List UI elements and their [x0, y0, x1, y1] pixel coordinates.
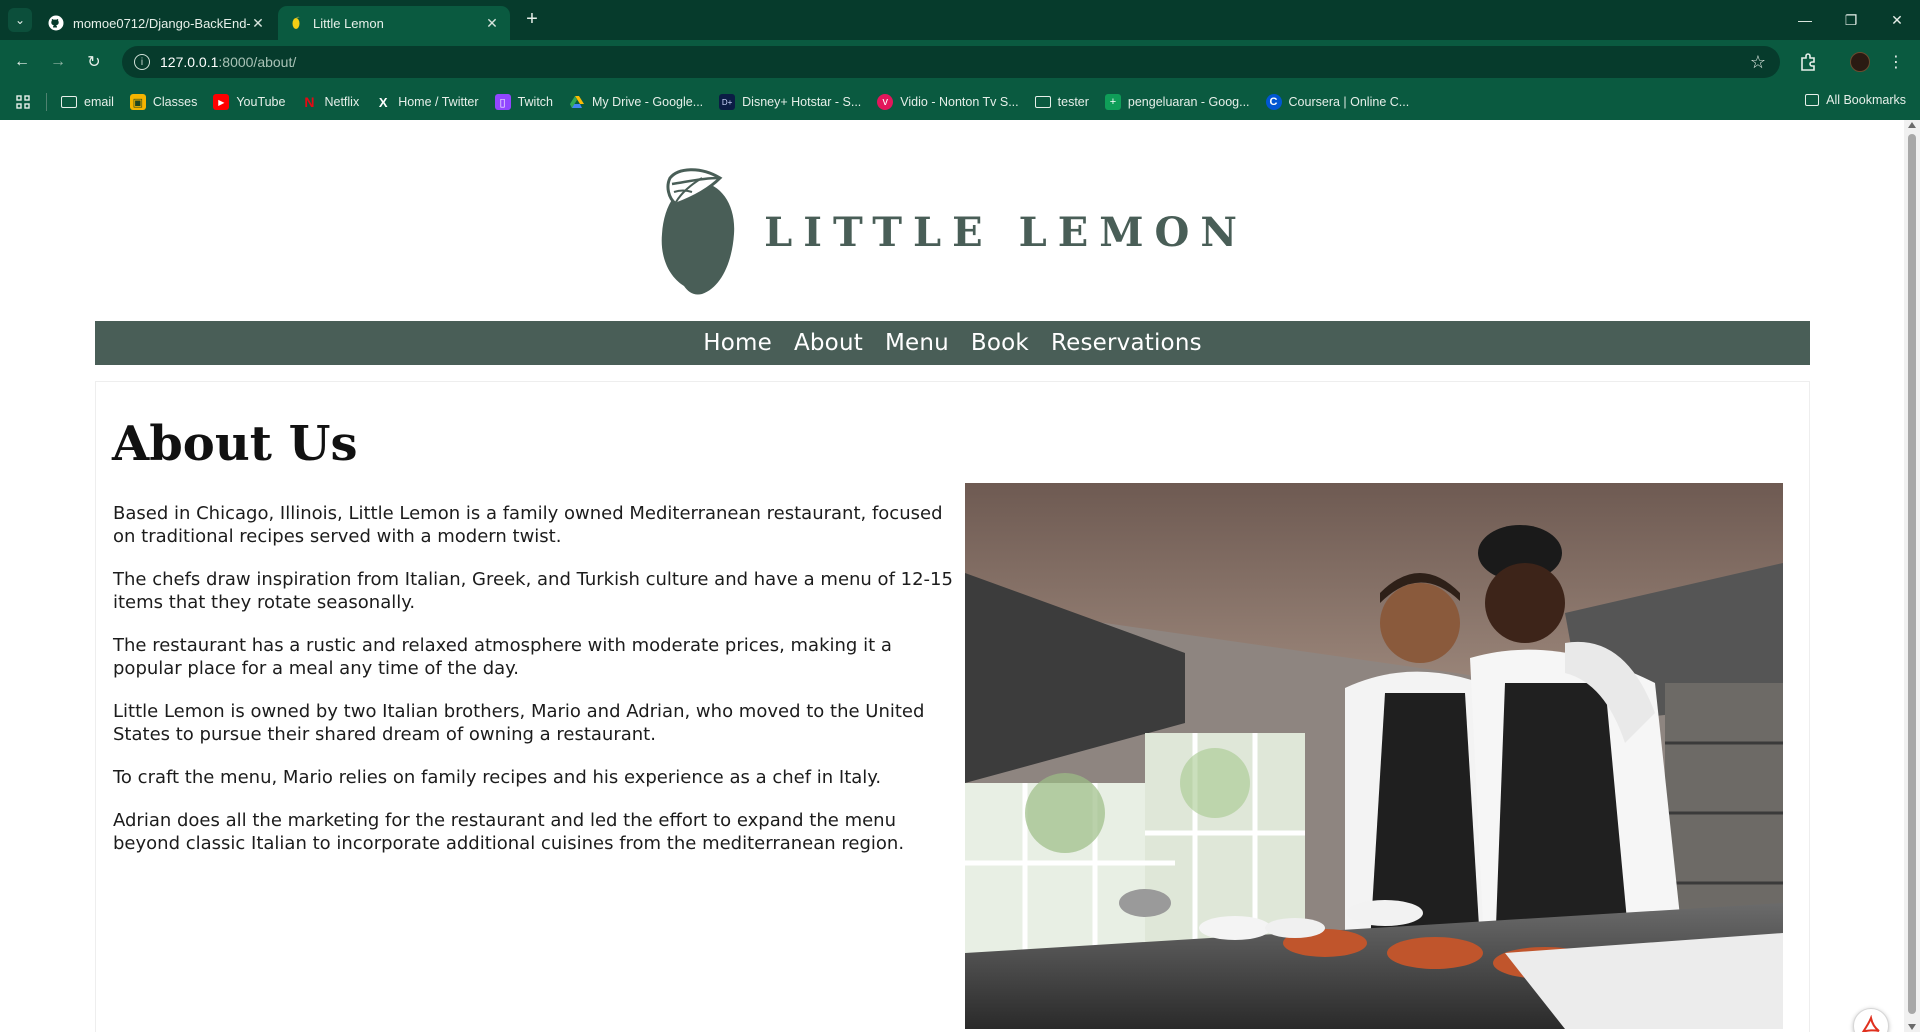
apps-icon[interactable] — [16, 95, 30, 109]
close-icon[interactable]: ✕ — [484, 15, 500, 32]
google-drive-icon — [569, 94, 585, 110]
page-scrollbar[interactable] — [1904, 120, 1920, 1032]
about-paragraph: The chefs draw inspiration from Italian,… — [113, 569, 953, 613]
close-icon[interactable]: ✕ — [250, 15, 266, 32]
forward-icon[interactable]: → — [46, 50, 70, 74]
more-menu-icon[interactable]: ⋮ — [1884, 50, 1908, 74]
address-bar[interactable]: i 127.0.0.1:8000/about/ ☆ — [122, 46, 1780, 78]
sheets-icon: + — [1104, 94, 1121, 110]
bookmark-coursera[interactable]: C Coursera | Online C... — [1265, 94, 1409, 110]
tab-little-lemon[interactable]: Little Lemon ✕ — [278, 6, 510, 40]
about-text: Based in Chicago, Illinois, Little Lemon… — [113, 502, 955, 875]
classroom-icon: ▣ — [129, 94, 146, 110]
lemon-favicon-icon — [288, 15, 304, 31]
address-path: :8000/about/ — [218, 54, 297, 70]
minimize-icon[interactable]: — — [1782, 0, 1828, 40]
bookmarks-bar: email ▣ Classes ▶ YouTube N Netflix X Home /… — [0, 84, 1920, 120]
netflix-icon: N — [304, 94, 315, 110]
folder-icon — [61, 96, 77, 108]
back-icon[interactable]: ← — [10, 50, 34, 74]
tab-title: Little Lemon — [313, 15, 384, 31]
bookmark-vidio[interactable]: v Vidio - Nonton Tv S... — [877, 94, 1019, 110]
site-info-icon[interactable]: i — [134, 54, 150, 70]
scroll-up-arrow[interactable] — [1908, 122, 1916, 128]
lemon-logo-icon — [661, 168, 735, 295]
browser-tabstrip: ⌄ momoe0712/Django-BackEnd- ✕ Little Lem… — [0, 0, 1920, 40]
about-paragraph: Little Lemon is owned by two Italian bro… — [113, 701, 925, 745]
reload-icon[interactable]: ↻ — [82, 50, 106, 74]
about-paragraph: Adrian does all the marketing for the re… — [113, 810, 905, 854]
page-viewport: LITTLE LEMON Home About Menu Book Reserv… — [0, 120, 1904, 1032]
nav-book-link[interactable]: Book — [971, 330, 1029, 356]
all-bookmarks-button[interactable]: All Bookmarks — [1805, 93, 1906, 107]
bookmark-pengeluaran[interactable]: + pengeluaran - Goog... — [1104, 94, 1250, 110]
bookmark-twitter[interactable]: X Home / Twitter — [375, 94, 479, 110]
tab-github[interactable]: momoe0712/Django-BackEnd- ✕ — [38, 6, 276, 40]
nav-menu-link[interactable]: Menu — [885, 330, 949, 356]
extensions-icon[interactable] — [1796, 50, 1820, 74]
bookmark-separator — [46, 93, 47, 111]
bookmark-google-drive[interactable]: My Drive - Google... — [569, 94, 703, 110]
bookmark-star-icon[interactable]: ☆ — [1750, 52, 1766, 73]
coursera-icon: C — [1265, 94, 1282, 110]
folder-icon — [1034, 96, 1051, 108]
browser-toolbar: ← → ↻ i 127.0.0.1:8000/about/ ☆ ⋮ — [0, 40, 1920, 84]
bookmark-email[interactable]: email — [61, 95, 114, 109]
twitch-icon: ▯ — [494, 94, 511, 110]
site-header: LITTLE LEMON — [0, 164, 1904, 300]
about-paragraph: The restaurant has a rustic and relaxed … — [113, 635, 892, 679]
vidio-icon: v — [877, 94, 894, 110]
about-paragraph: To craft the menu, Mario relies on famil… — [113, 767, 882, 788]
about-section: About Us Based in Chicago, Illinois, Lit… — [95, 381, 1810, 1032]
bookmark-youtube[interactable]: ▶ YouTube — [213, 94, 285, 110]
nav-reservations-link[interactable]: Reservations — [1051, 330, 1202, 356]
brand-wordmark: LITTLE LEMON — [764, 208, 1248, 256]
main-nav: Home About Menu Book Reservations — [95, 321, 1810, 365]
youtube-icon: ▶ — [213, 94, 230, 110]
bookmark-tester[interactable]: tester — [1034, 95, 1089, 109]
about-paragraph: Based in Chicago, Illinois, Little Lemon… — [113, 503, 943, 547]
address-host: 127.0.0.1 — [160, 54, 219, 70]
close-window-icon[interactable]: ✕ — [1874, 0, 1920, 40]
restore-icon[interactable]: ❐ — [1828, 0, 1874, 40]
folder-icon — [1805, 94, 1820, 106]
bookmark-classes[interactable]: ▣ Classes — [129, 94, 197, 110]
bookmark-twitch[interactable]: ▯ Twitch — [494, 94, 553, 110]
page-title: About Us — [112, 416, 358, 472]
chevron-down-icon: ⌄ — [14, 13, 26, 27]
nav-about-link[interactable]: About — [794, 330, 863, 356]
tab-search-button[interactable]: ⌄ — [8, 8, 32, 32]
new-tab-button[interactable]: + — [520, 8, 544, 32]
bookmark-netflix[interactable]: N Netflix — [301, 94, 359, 110]
bookmark-hotstar[interactable]: D+ Disney+ Hotstar - S... — [719, 94, 861, 110]
hotstar-icon: D+ — [719, 94, 736, 110]
x-icon: X — [378, 94, 388, 110]
site-logo[interactable]: LITTLE LEMON — [656, 168, 1248, 296]
chefs-photo — [965, 483, 1783, 1029]
window-controls: — ❐ ✕ — [1782, 0, 1920, 40]
github-icon — [48, 15, 64, 31]
scroll-down-arrow[interactable] — [1908, 1024, 1916, 1030]
scrollbar-thumb[interactable] — [1908, 134, 1916, 1014]
tab-title: momoe0712/Django-BackEnd- — [73, 15, 250, 31]
profile-avatar[interactable] — [1850, 52, 1870, 72]
nav-home-link[interactable]: Home — [703, 330, 772, 356]
pdf-extension-icon[interactable] — [1853, 1008, 1889, 1032]
